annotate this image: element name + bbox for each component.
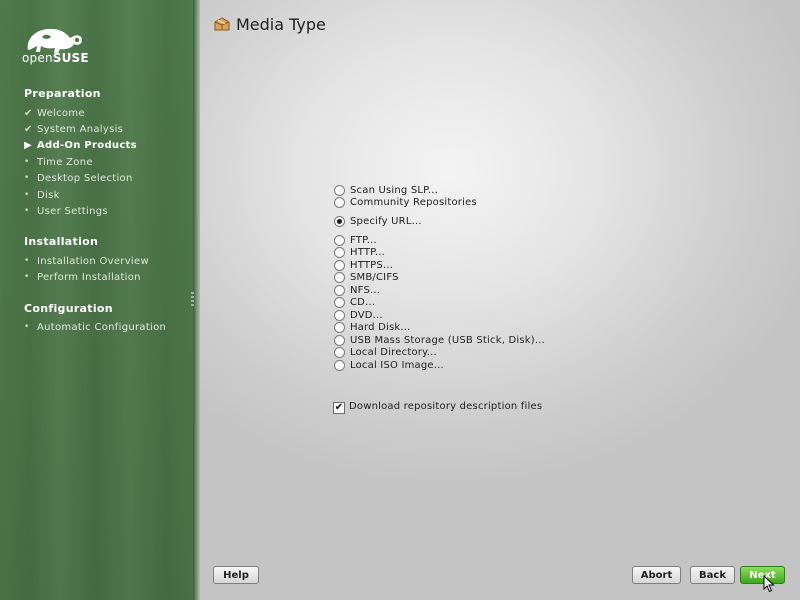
radio-smb-cifs[interactable]: SMB/CIFS: [334, 271, 399, 284]
radio-community-repositories[interactable]: Community Repositories: [334, 196, 477, 209]
step-system-analysis: ✔ System Analysis: [24, 123, 124, 135]
sidebar-divider: [193, 0, 200, 600]
sidebar-resize-handle[interactable]: [191, 292, 194, 308]
radio-button-icon: [334, 247, 345, 258]
step-disk: • Disk: [24, 189, 60, 201]
section-title-installation: Installation: [24, 235, 99, 248]
download-repo-description-checkbox[interactable]: ✔: [333, 402, 345, 414]
check-icon: ✔: [24, 123, 33, 135]
radio-local-iso-image[interactable]: Local ISO Image...: [334, 359, 444, 372]
checkmark-icon: ✔: [334, 402, 344, 413]
section-title-preparation: Preparation: [24, 87, 101, 100]
radio-specify-url[interactable]: Specify URL...: [334, 215, 422, 228]
radio-button-icon: [334, 297, 345, 308]
package-icon: [213, 15, 231, 33]
radio-cd[interactable]: CD...: [334, 296, 375, 309]
check-icon: ✔: [24, 107, 33, 119]
step-time-zone: • Time Zone: [24, 156, 93, 168]
radio-button-icon: [334, 272, 345, 283]
radio-button-selected-icon: [334, 216, 345, 227]
step-welcome: ✔ Welcome: [24, 107, 85, 119]
radio-button-icon: [334, 310, 345, 321]
radio-button-icon: [334, 285, 345, 296]
radio-button-icon: [334, 235, 345, 246]
bullet-icon: •: [24, 173, 30, 183]
step-user-settings: • User Settings: [24, 205, 108, 217]
bullet-icon: •: [24, 322, 30, 332]
step-desktop-selection: • Desktop Selection: [24, 172, 133, 184]
radio-button-icon: [334, 322, 345, 333]
section-title-configuration: Configuration: [24, 302, 113, 315]
step-automatic-configuration: • Automatic Configuration: [24, 321, 167, 333]
radio-button-icon: [334, 360, 345, 371]
bullet-icon: •: [24, 190, 30, 200]
bullet-icon: •: [24, 206, 30, 216]
brand-wordmark: openSUSE: [22, 51, 89, 65]
radio-http[interactable]: HTTP...: [334, 246, 385, 259]
radio-local-directory[interactable]: Local Directory...: [334, 346, 437, 359]
radio-button-icon: [334, 335, 345, 346]
radio-button-icon: [334, 185, 345, 196]
current-step-arrow-icon: ▶: [24, 139, 32, 151]
download-repo-description-label[interactable]: Download repository description files: [349, 401, 542, 412]
bullet-icon: •: [24, 256, 30, 266]
abort-button[interactable]: Abort: [632, 566, 681, 584]
step-add-on-products: ▶ Add-On Products: [24, 139, 137, 151]
step-perform-installation: • Perform Installation: [24, 271, 141, 283]
main-panel: [200, 0, 800, 600]
radio-button-icon: [334, 197, 345, 208]
bullet-icon: •: [24, 272, 30, 282]
step-installation-overview: • Installation Overview: [24, 255, 149, 267]
help-button[interactable]: Help: [213, 566, 259, 584]
back-button[interactable]: Back: [690, 566, 735, 584]
sidebar: openSUSE Preparation ✔ Welcome ✔ System An…: [0, 0, 197, 600]
page-title: Media Type: [236, 15, 326, 34]
radio-button-icon: [334, 347, 345, 358]
mouse-cursor-icon: [763, 574, 775, 593]
radio-button-icon: [334, 260, 345, 271]
radio-hard-disk[interactable]: Hard Disk...: [334, 321, 411, 334]
bullet-icon: •: [24, 157, 30, 167]
